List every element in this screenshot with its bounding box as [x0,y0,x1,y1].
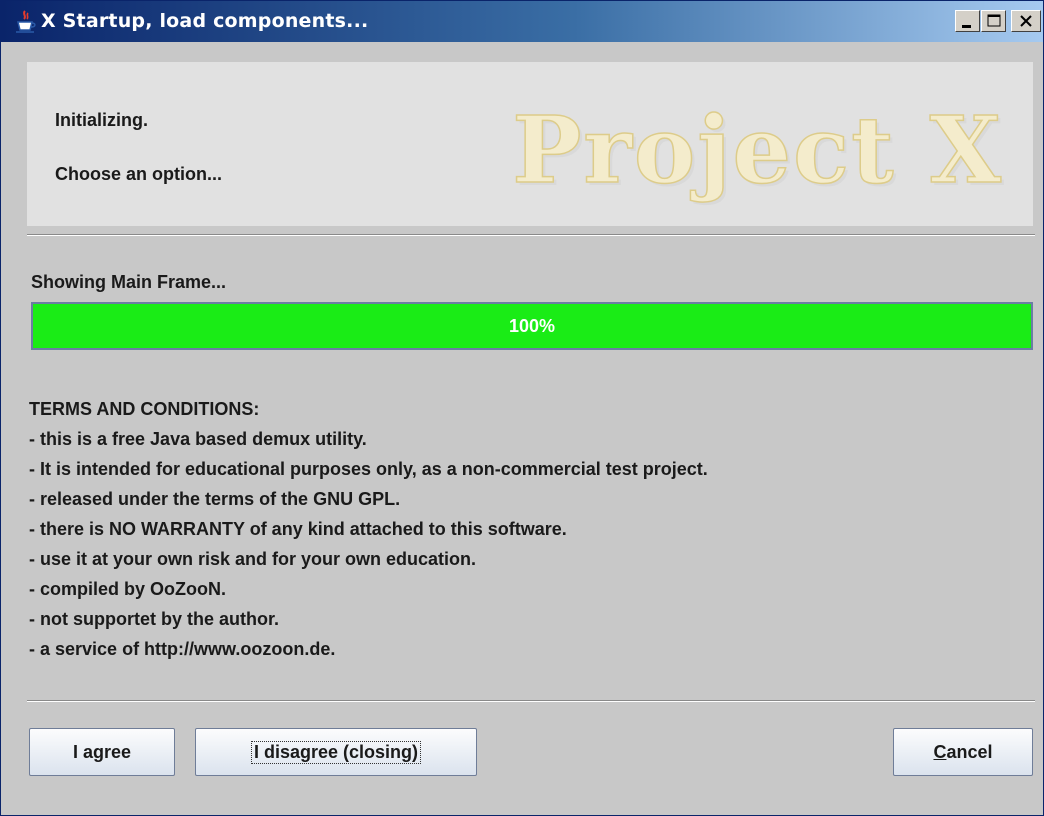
dialog-content: Initializing. Choose an option... Projec… [9,42,1037,808]
cancel-button[interactable]: Cancel [893,728,1033,776]
window-title: X Startup, load components... [41,10,369,32]
terms-line: - there is NO WARRANTY of any kind attac… [29,519,567,539]
startup-window: X Startup, load components... Initializi… [0,0,1044,816]
disagree-button-label: I disagree (closing) [250,740,422,764]
terms-line: - this is a free Java based demux utilit… [29,429,367,449]
title-bar[interactable]: X Startup, load components... [1,1,1043,42]
initializing-text: Initializing. [55,110,148,130]
status-text: Showing Main Frame... [31,272,227,292]
cancel-button-label: Cancel [933,741,993,762]
maximize-icon[interactable] [981,10,1006,32]
terms-heading: TERMS AND CONDITIONS: [29,399,260,419]
progress-bar: 100% [31,302,1033,350]
terms-line: - not supportet by the author. [29,609,279,629]
bottom-separator [27,700,1035,702]
minimize-icon[interactable] [955,10,980,32]
terms-line: - It is intended for educational purpose… [29,459,708,479]
top-separator [27,234,1035,236]
choose-option-text: Choose an option... [55,164,222,184]
terms-line: - use it at your own risk and for your o… [29,549,477,569]
project-x-logo: Project X [511,95,1003,205]
java-cup-icon [13,10,37,34]
close-icon[interactable] [1011,10,1041,32]
terms-text: TERMS AND CONDITIONS: - this is a free J… [29,394,708,664]
header-panel: Initializing. Choose an option... Projec… [27,62,1033,226]
disagree-button[interactable]: I disagree (closing) [195,728,477,776]
terms-line: - compiled by OoZooN. [29,579,226,599]
progress-label: 100% [508,315,556,336]
terms-line: - a service of http://www.oozoon.de. [29,639,336,659]
agree-button[interactable]: I agree [29,728,175,776]
terms-line: - released under the terms of the GNU GP… [29,489,401,509]
